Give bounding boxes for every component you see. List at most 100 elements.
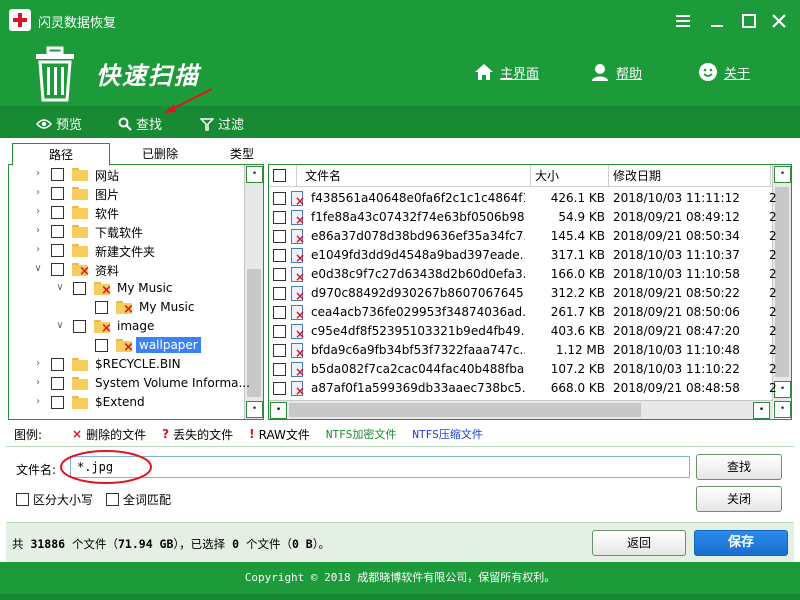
file-name-cell: f438561a40648e0fa6f2c1c1c4864f1... — [311, 191, 525, 205]
chevron-right-icon[interactable]: › — [33, 245, 43, 255]
tab-deleted[interactable]: 已删除 — [116, 143, 204, 165]
find-button[interactable]: 查找 — [118, 114, 162, 133]
files-hscroll-thumb[interactable] — [289, 403, 641, 417]
case-sensitive-option[interactable]: 区分大小写 — [16, 491, 93, 508]
deleted-file-icon — [291, 210, 305, 226]
chevron-down-icon[interactable]: ∨ — [33, 264, 43, 274]
tree-item-checkbox[interactable] — [73, 320, 86, 333]
row-checkbox[interactable] — [273, 325, 286, 338]
tree-item-checkbox[interactable] — [95, 339, 108, 352]
tree-item[interactable]: › 软件 — [9, 203, 245, 222]
tree-item-label: 资料 — [95, 264, 120, 278]
about-link[interactable]: 关于 — [698, 60, 750, 84]
files-horizontal-scrollbar[interactable]: • • — [269, 400, 773, 419]
tree-item[interactable]: ∨ × My Music — [9, 279, 245, 298]
home-link[interactable]: 主界面 — [474, 60, 539, 84]
table-row[interactable]: b5da082f7ca2cac044fac40b488fba... 107.2 K… — [269, 360, 777, 379]
tree-item-checkbox[interactable] — [51, 263, 64, 276]
scroll-up-icon[interactable]: • — [774, 166, 791, 183]
preview-button[interactable]: 预览 — [36, 114, 82, 133]
table-row[interactable]: e0d38c9f7c27d63438d2b60d0efa3... 166.0 KB… — [269, 265, 777, 284]
column-size[interactable]: 大小 — [531, 165, 609, 187]
tree-item-checkbox[interactable] — [51, 206, 64, 219]
tree-item[interactable]: › 网站 — [9, 165, 245, 184]
table-row[interactable]: bfda9c6a9fb34bf53f7322faaa747c... 1.12 MB… — [269, 341, 777, 360]
chevron-right-icon[interactable]: › — [33, 207, 43, 217]
table-row[interactable]: e86a37d078d38bd9636ef35a34fc7... 145.4 KB… — [269, 227, 777, 246]
tree-item[interactable]: ∨ × image — [9, 317, 245, 336]
tree-item-checkbox[interactable] — [51, 377, 64, 390]
scroll-down-icon[interactable]: • — [246, 401, 263, 418]
minimize-icon[interactable] — [706, 10, 728, 32]
table-row[interactable]: f1fe88a43c07432f74e63bf0506b98... 54.9 KB… — [269, 208, 777, 227]
table-row[interactable]: d970c88492d930267b8607067645... 312.2 KB 2… — [269, 284, 777, 303]
chevron-right-icon[interactable]: › — [33, 169, 43, 179]
tab-path[interactable]: 路径 — [12, 143, 110, 166]
tree-item-checkbox[interactable] — [73, 282, 86, 295]
row-checkbox[interactable] — [273, 211, 286, 224]
tree-item[interactable]: › $Extend — [9, 393, 245, 412]
chevron-down-icon[interactable]: ∨ — [55, 283, 65, 293]
table-row[interactable]: a87af0f1a599369db33aaec738bc5... 668.0 KB… — [269, 379, 777, 398]
tree-item-checkbox[interactable] — [51, 168, 64, 181]
select-all-checkbox[interactable] — [273, 169, 286, 182]
tree-item-checkbox[interactable] — [51, 396, 64, 409]
chevron-right-icon[interactable]: › — [33, 397, 43, 407]
tree-item[interactable]: › 图片 — [9, 184, 245, 203]
filename-input[interactable] — [70, 456, 690, 478]
column-name[interactable]: 文件名 — [297, 165, 531, 187]
row-checkbox[interactable] — [273, 230, 286, 243]
tree-item[interactable]: × My Music — [9, 298, 245, 317]
whole-word-option[interactable]: 全词匹配 — [106, 491, 171, 508]
filter-button[interactable]: 过滤 — [200, 114, 244, 133]
legend-deleted-label: 删除的文件 — [86, 427, 147, 442]
close-icon[interactable] — [768, 10, 790, 32]
tree-item-checkbox[interactable] — [51, 187, 64, 200]
whole-word-checkbox[interactable] — [106, 493, 119, 506]
tree-item-checkbox[interactable] — [51, 225, 64, 238]
row-checkbox[interactable] — [273, 268, 286, 281]
scroll-up-icon[interactable]: • — [246, 166, 263, 183]
chevron-right-icon[interactable]: › — [33, 359, 43, 369]
case-sensitive-checkbox[interactable] — [16, 493, 29, 506]
tree-item[interactable]: › 新建文件夹 — [9, 241, 245, 260]
tree-item[interactable]: › 下载软件 — [9, 222, 245, 241]
search-button[interactable]: 查找 — [696, 454, 782, 480]
tree-item-checkbox[interactable] — [51, 244, 64, 257]
row-checkbox[interactable] — [273, 249, 286, 262]
save-button[interactable]: 保存 — [694, 530, 788, 556]
row-checkbox[interactable] — [273, 306, 286, 319]
table-row[interactable]: e1049fd3dd9d4548a9bad397eade... 317.1 KB 2… — [269, 246, 777, 265]
row-checkbox[interactable] — [273, 287, 286, 300]
tree-item-checkbox[interactable] — [95, 301, 108, 314]
row-checkbox[interactable] — [273, 192, 286, 205]
tree-item-label: System Volume Informa... — [95, 376, 250, 390]
table-row[interactable]: cea4acb736fe029953f34874036ad... 261.7 KB… — [269, 303, 777, 322]
chevron-right-icon[interactable]: › — [33, 378, 43, 388]
tree-item[interactable]: › System Volume Informa... — [9, 374, 250, 393]
tab-type[interactable]: 类型 — [206, 143, 278, 165]
menu-icon[interactable] — [672, 10, 694, 32]
back-button[interactable]: 返回 — [592, 530, 686, 556]
tree-item[interactable]: ∨ × 资料 — [9, 260, 245, 279]
close-button[interactable]: 关闭 — [696, 486, 782, 512]
file-name-cell: cea4acb736fe029953f34874036ad... — [311, 305, 525, 319]
tree-item[interactable]: × wallpaper — [9, 336, 245, 355]
table-row[interactable]: f438561a40648e0fa6f2c1c1c4864f1... 426.1 … — [269, 189, 777, 208]
tree-item[interactable]: › $RECYCLE.BIN — [9, 355, 245, 374]
tree-item-checkbox[interactable] — [51, 358, 64, 371]
chevron-right-icon[interactable]: › — [33, 188, 43, 198]
row-checkbox[interactable] — [273, 363, 286, 376]
column-date[interactable]: 修改日期 — [609, 165, 771, 187]
files-scroll-thumb[interactable] — [775, 187, 789, 377]
help-link[interactable]: 帮助 — [590, 60, 642, 84]
scroll-right-icon[interactable]: • — [753, 402, 770, 419]
file-date-cell: 2018/10/03 11:10:22 — [613, 362, 740, 376]
scroll-left-icon[interactable]: • — [270, 402, 287, 419]
chevron-right-icon[interactable]: › — [33, 226, 43, 236]
row-checkbox[interactable] — [273, 344, 286, 357]
row-checkbox[interactable] — [273, 382, 286, 395]
table-row[interactable]: c95e4df8f52395103321b9ed4fb49... 403.6 KB… — [269, 322, 777, 341]
chevron-down-icon[interactable]: ∨ — [55, 321, 65, 331]
maximize-icon[interactable] — [738, 10, 760, 32]
